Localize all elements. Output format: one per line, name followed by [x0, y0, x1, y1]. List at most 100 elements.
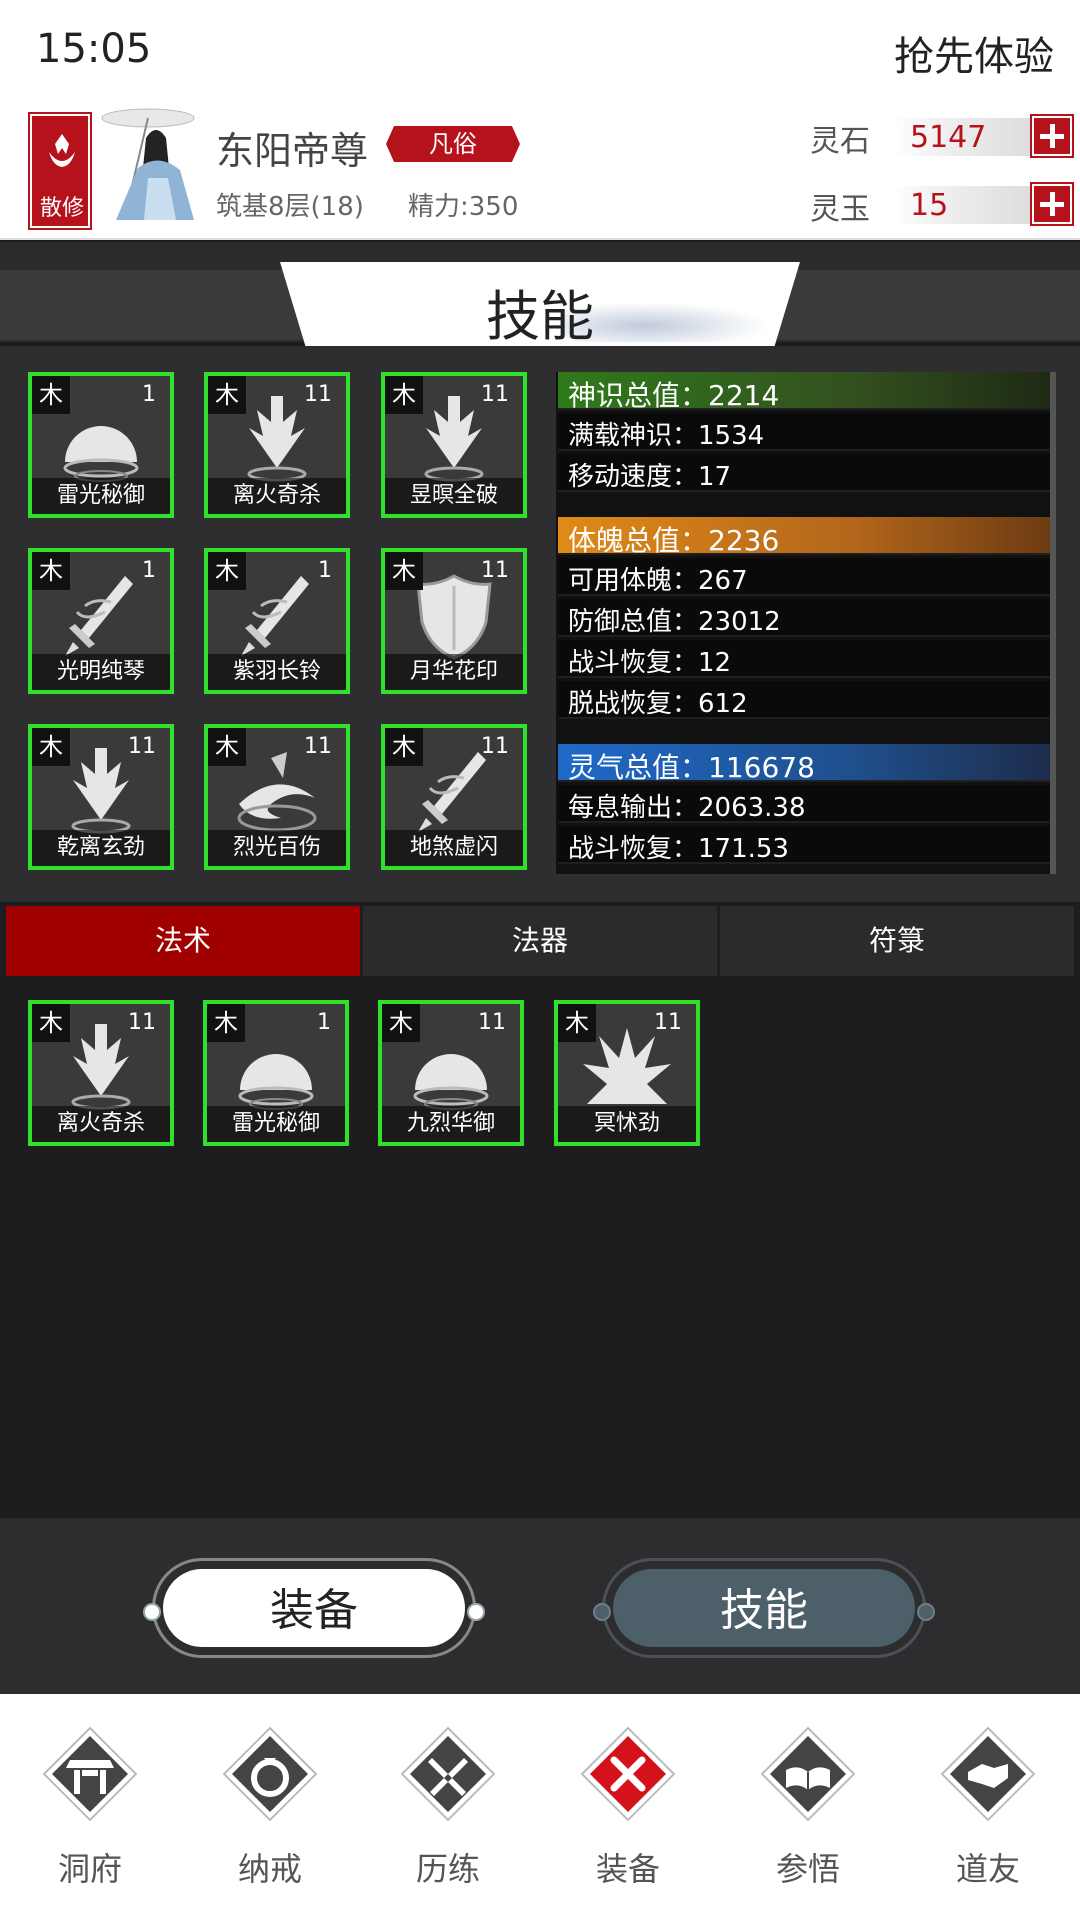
skill-level: 1: [142, 382, 156, 407]
gate-icon: [42, 1726, 138, 1822]
nav-label: 参悟: [775, 1850, 840, 1888]
skill-name: 乾离玄劲: [32, 830, 170, 866]
stat-text: 移动速度：17: [568, 462, 732, 492]
sect-label: 散修: [39, 196, 84, 221]
stats-table[interactable]: 神识总值：2214 满载神识：1534 移动速度：17 体魄总值：2236 可用体魄：2…: [556, 372, 1052, 874]
stat-row: 可用体魄：267: [558, 558, 1050, 596]
element-tag: 木: [207, 1004, 245, 1042]
skills-switch-label: 技能: [613, 1569, 915, 1647]
stat-row: 神识总值：2214: [558, 372, 1050, 412]
element-tag: 木: [558, 1004, 596, 1042]
skill-name: 离火奇杀: [208, 478, 346, 514]
element-tag: 木: [32, 1004, 70, 1042]
cultivation-level: 筑基8层(18): [216, 192, 364, 222]
nav-item[interactable]: 洞府: [20, 1714, 160, 1904]
add-spirit-jade-button[interactable]: [1032, 184, 1072, 224]
skill-slot[interactable]: 木 11 离火奇杀: [204, 372, 350, 518]
skill-level: 11: [304, 734, 332, 759]
nav-item[interactable]: 参悟: [738, 1714, 878, 1904]
equipped-skill-slot[interactable]: 木 11 冥怵劲: [554, 1000, 700, 1146]
equipped-skill-slot[interactable]: 木 11 九烈华御: [378, 1000, 524, 1146]
avatar[interactable]: [98, 108, 208, 224]
stat-text: 满载神识：1534: [568, 421, 765, 451]
skill-slot[interactable]: 木 1 紫羽长铃: [204, 548, 350, 694]
skill-name: 光明纯琴: [32, 654, 170, 690]
tab-talismans[interactable]: 符箓: [720, 906, 1074, 976]
nav-label: 纳戒: [237, 1850, 302, 1888]
skill-level: 11: [481, 382, 509, 407]
section-title: 技能: [486, 285, 594, 348]
stat-text: 脱战恢复：612: [568, 689, 748, 719]
section-title-plate: 技能: [280, 262, 800, 348]
equipment-switch-button[interactable]: 装备: [143, 1558, 485, 1658]
stat-row: 脱战恢复：612: [558, 681, 1050, 719]
currency-label: 灵石: [810, 124, 870, 159]
book-icon: [760, 1726, 856, 1822]
stat-text: 体魄总值：2236: [568, 524, 780, 557]
element-tag: 木: [385, 728, 423, 766]
nav-item[interactable]: 装备: [558, 1714, 698, 1904]
element-tag: 木: [32, 552, 70, 590]
skill-level: 11: [128, 1010, 156, 1035]
element-tag: 木: [382, 1004, 420, 1042]
skills-switch-button[interactable]: 技能: [593, 1558, 935, 1658]
element-tag: 木: [208, 728, 246, 766]
stat-text: 可用体魄：267: [568, 566, 748, 596]
skill-name: 离火奇杀: [32, 1106, 170, 1142]
spirit-jade-row: 灵玉 15: [810, 184, 1072, 227]
stats-scrollbar[interactable]: [1050, 372, 1056, 874]
equipment-switch-label: 装备: [163, 1569, 465, 1647]
bottom-nav: 洞府 纳戒 历练 装备 参悟 道友: [0, 1694, 1080, 1920]
stat-text: 防御总值：23012: [568, 607, 781, 637]
crossed-swords-icon: [400, 1726, 496, 1822]
nav-label: 洞府: [57, 1850, 122, 1888]
stat-row: 防御总值：23012: [558, 599, 1050, 637]
stat-row: 每息输出：2063.38: [558, 785, 1050, 823]
element-tag: 木: [385, 376, 423, 414]
spirit-stone-row: 灵石 5147: [810, 116, 1072, 159]
skill-slot[interactable]: 木 1 光明纯琴: [28, 548, 174, 694]
add-spirit-stone-button[interactable]: [1032, 116, 1072, 156]
energy-value: 精力:350: [408, 192, 519, 222]
skill-slot[interactable]: 木 11 昱暝全破: [381, 372, 527, 518]
skill-slot[interactable]: 木 11 地煞虚闪: [381, 724, 527, 870]
skill-slot[interactable]: 木 11 烈光百伤: [204, 724, 350, 870]
early-access-button[interactable]: 抢先体验: [894, 24, 1054, 82]
skill-level: 11: [481, 734, 509, 759]
tab-artifacts[interactable]: 法器: [363, 906, 717, 976]
skill-level: 1: [142, 558, 156, 583]
skill-name: 昱暝全破: [385, 478, 523, 514]
element-tag: 木: [32, 376, 70, 414]
skill-name: 雷光秘御: [207, 1106, 345, 1142]
stat-row: 战斗恢复：12: [558, 640, 1050, 678]
ring-icon: [222, 1726, 318, 1822]
handshake-icon: [940, 1726, 1036, 1822]
skill-name: 紫羽长铃: [208, 654, 346, 690]
skill-slot[interactable]: 木 11 月华花印: [381, 548, 527, 694]
nav-item[interactable]: 道友: [918, 1714, 1058, 1904]
stat-text: 战斗恢复：171.53: [568, 834, 789, 864]
equipped-skill-slot[interactable]: 木 11 离火奇杀: [28, 1000, 174, 1146]
skill-name: 九烈华御: [382, 1106, 520, 1142]
sect-badge[interactable]: 散修: [30, 114, 90, 228]
flame-icon: [49, 134, 75, 167]
stat-row: 移动速度：17: [558, 454, 1050, 492]
skill-level: 11: [481, 558, 509, 583]
stat-text: 每息输出：2063.38: [568, 793, 806, 823]
element-tag: 木: [385, 552, 423, 590]
nav-item[interactable]: 历练: [378, 1714, 518, 1904]
rank-tag: 凡俗: [386, 126, 520, 162]
stat-row: 满载神识：1534: [558, 413, 1050, 451]
nav-label: 历练: [415, 1850, 480, 1888]
nav-item[interactable]: 纳戒: [200, 1714, 340, 1904]
skill-slot[interactable]: 木 1 雷光秘御: [28, 372, 174, 518]
tab-spells[interactable]: 法术: [6, 906, 360, 976]
skill-name: 地煞虚闪: [385, 830, 523, 866]
clock: 15:05: [36, 26, 152, 72]
equipped-skill-slot[interactable]: 木 1 雷光秘御: [203, 1000, 349, 1146]
currency-value: 5147: [910, 120, 987, 155]
close-icon: [580, 1726, 676, 1822]
skill-slot[interactable]: 木 11 乾离玄劲: [28, 724, 174, 870]
skill-level: 11: [654, 1010, 682, 1035]
stat-row: 体魄总值：2236: [558, 517, 1050, 557]
